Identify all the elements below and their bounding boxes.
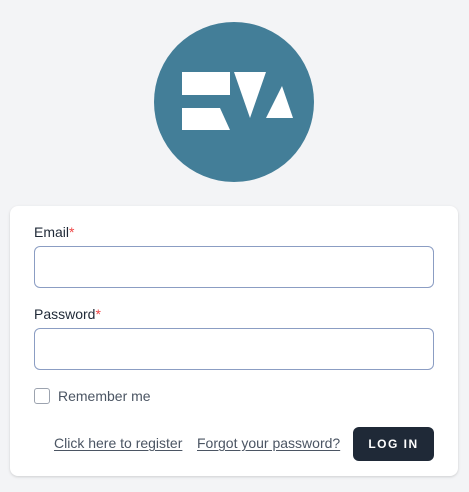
email-required-marker: * bbox=[69, 224, 75, 240]
email-input[interactable] bbox=[34, 246, 434, 288]
logo bbox=[154, 22, 314, 182]
remember-me-option[interactable]: Remember me bbox=[34, 388, 151, 404]
email-label: Email* bbox=[34, 224, 74, 240]
remember-me-label: Remember me bbox=[58, 388, 151, 404]
register-link[interactable]: Click here to register bbox=[54, 435, 182, 451]
password-label-text: Password bbox=[34, 306, 96, 322]
login-card: Email* Password* Remember me Click here … bbox=[10, 206, 458, 476]
password-label: Password* bbox=[34, 306, 101, 322]
eva-logo-icon bbox=[154, 22, 314, 182]
forgot-password-link[interactable]: Forgot your password? bbox=[197, 435, 340, 451]
login-button[interactable]: LOG IN bbox=[353, 427, 434, 461]
email-label-text: Email bbox=[34, 224, 70, 240]
remember-me-checkbox[interactable] bbox=[34, 388, 50, 404]
password-input[interactable] bbox=[34, 328, 434, 370]
password-required-marker: * bbox=[95, 306, 101, 322]
